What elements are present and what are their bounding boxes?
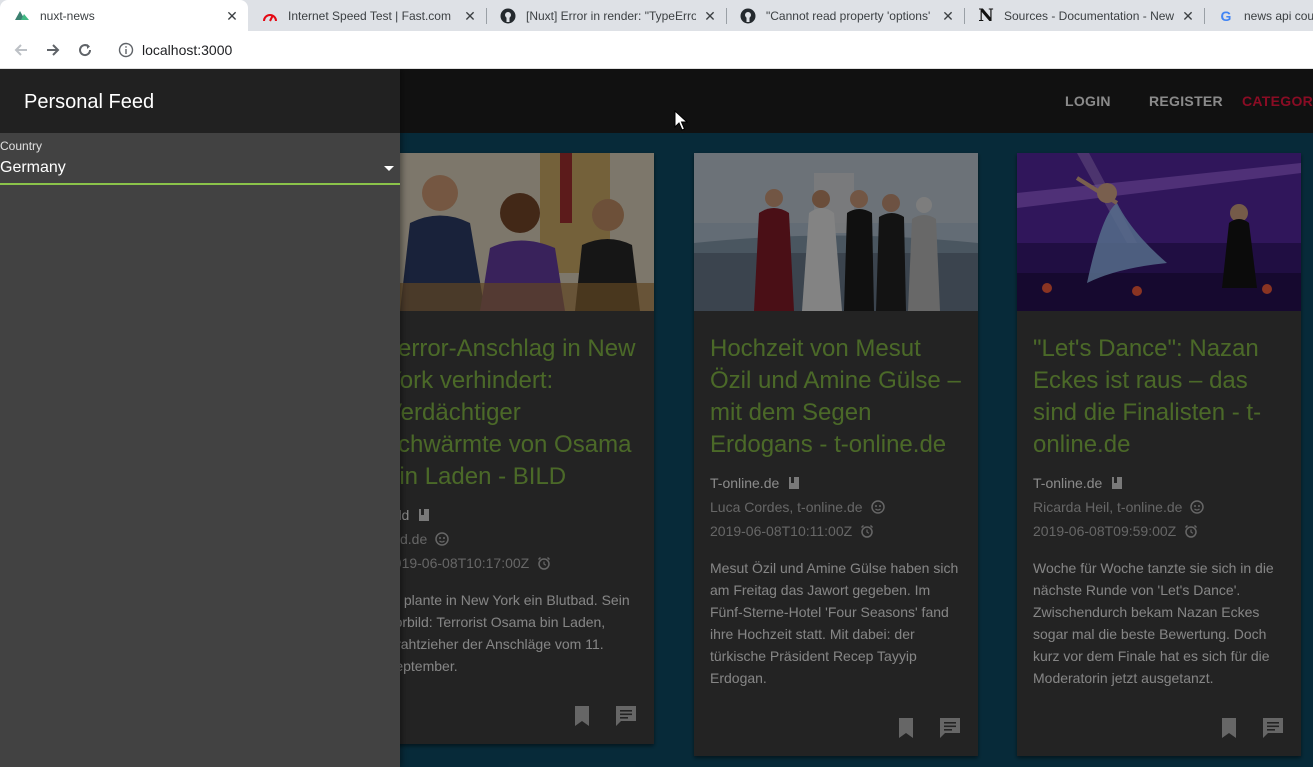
tab-title: news api coun (1244, 8, 1313, 23)
nuxt-icon (14, 8, 30, 24)
google-icon: G (1220, 7, 1232, 24)
dropdown-arrow-icon[interactable] (384, 166, 394, 171)
mouse-cursor-icon (674, 110, 688, 131)
tab-github-options[interactable]: "Cannot read property 'options' o ✕ (726, 0, 964, 31)
close-icon[interactable]: ✕ (462, 8, 478, 24)
navigation-drawer: Personal Feed Country Germany (0, 69, 400, 767)
browser-toolbar: localhost:3000 (0, 31, 1313, 69)
url-text: localhost:3000 (142, 42, 233, 58)
country-value: Germany (0, 159, 66, 176)
drawer-header: Personal Feed (0, 69, 400, 133)
back-arrow-icon[interactable] (10, 39, 32, 61)
address-bar[interactable]: localhost:3000 (110, 35, 1310, 65)
close-icon[interactable]: ✕ (1180, 8, 1196, 24)
close-icon[interactable]: ✕ (702, 8, 718, 24)
tab-newsapi-sources[interactable]: N Sources - Documentation - News ✕ (964, 0, 1204, 31)
tab-github-nuxt-error[interactable]: [Nuxt] Error in render: "TypeError ✕ (486, 0, 726, 31)
drawer-title: Personal Feed (24, 91, 155, 113)
tab-title: nuxt-news (40, 8, 95, 23)
newsapi-icon: N (978, 5, 994, 26)
country-select[interactable]: Country Germany (0, 139, 400, 185)
fast-icon (262, 8, 278, 24)
tab-title: Internet Speed Test | Fast.com (288, 8, 451, 23)
tab-title: [Nuxt] Error in render: "TypeError (526, 8, 696, 23)
tab-title: "Cannot read property 'options' o (766, 8, 934, 23)
page-content: LOGIN REGISTER CATEGORIE Terror-Anschlag… (0, 69, 1313, 767)
tab-google-search[interactable]: G news api coun (1204, 0, 1313, 31)
github-icon (740, 8, 756, 24)
close-icon[interactable]: ✕ (940, 8, 956, 24)
tab-nuxt-news[interactable]: nuxt-news ✕ (0, 0, 248, 31)
country-label: Country (0, 139, 43, 153)
github-icon (500, 8, 516, 24)
tab-fast-com[interactable]: Internet Speed Test | Fast.com ✕ (248, 0, 486, 31)
forward-arrow-icon[interactable] (42, 39, 64, 61)
tab-title: Sources - Documentation - News (1004, 8, 1174, 23)
close-icon[interactable]: ✕ (224, 8, 240, 24)
info-icon[interactable] (118, 42, 134, 58)
browser-tab-strip: nuxt-news ✕ Internet Speed Test | Fast.c… (0, 0, 1313, 31)
reload-icon[interactable] (74, 39, 96, 61)
